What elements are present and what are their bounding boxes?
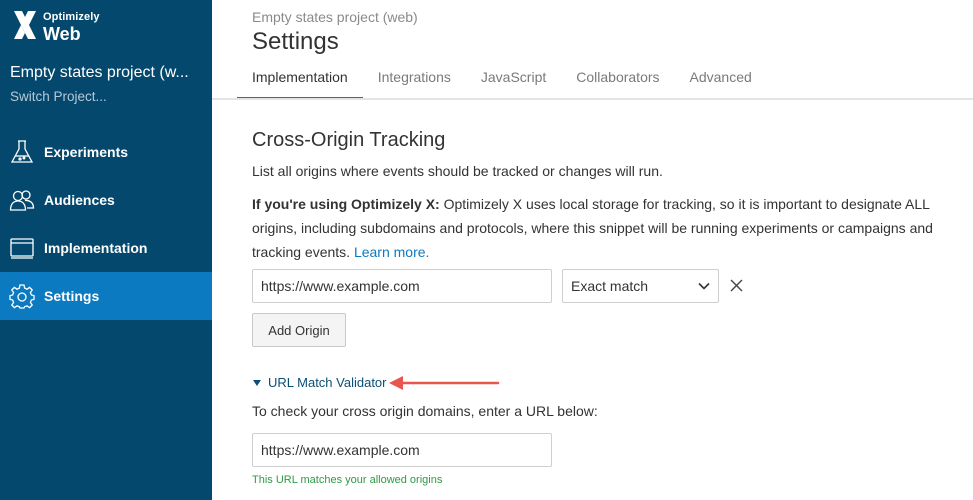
url-match-validator-toggle[interactable]: URL Match Validator — [253, 375, 387, 390]
people-icon — [9, 190, 35, 211]
logo-product: Web — [43, 24, 81, 44]
match-type-value: Exact match — [571, 278, 649, 294]
note-bold-label: If you're using Optimizely X: — [252, 196, 440, 212]
sidebar-item-label: Implementation — [44, 240, 148, 256]
sidebar-item-label: Audiences — [44, 192, 115, 208]
section-description: List all origins where events should be … — [252, 163, 663, 179]
chevron-down-icon — [698, 282, 710, 290]
validator-label: URL Match Validator — [268, 375, 387, 390]
tab-collaborators[interactable]: Collaborators — [561, 58, 674, 100]
check-domains-text: To check your cross origin domains, ente… — [252, 403, 598, 419]
flask-icon — [10, 140, 34, 163]
window-icon — [10, 238, 34, 259]
tab-implementation[interactable]: Implementation — [237, 58, 363, 100]
sidebar: Optimizely Web Empty states project (w..… — [0, 0, 212, 500]
tab-advanced[interactable]: Advanced — [675, 58, 767, 100]
project-name[interactable]: Empty states project (w... — [10, 64, 205, 82]
tab-javascript[interactable]: JavaScript — [466, 58, 561, 100]
add-origin-button[interactable]: Add Origin — [252, 313, 346, 347]
close-icon[interactable] — [728, 277, 745, 294]
optimizely-x-note: If you're using Optimizely X: Optimizely… — [252, 192, 964, 264]
sidebar-item-label: Settings — [44, 288, 100, 304]
sidebar-item-label: Experiments — [44, 144, 129, 160]
annotation-arrow-icon — [389, 376, 500, 390]
origin-input-value: https://www.example.com — [261, 278, 420, 294]
sidebar-item-implementation[interactable]: Implementation — [0, 224, 212, 272]
optimizely-x-icon — [14, 11, 36, 39]
url-validator-input[interactable]: https://www.example.com — [252, 433, 552, 467]
tabs-divider — [212, 98, 973, 100]
sidebar-item-experiments[interactable]: Experiments — [0, 128, 212, 176]
match-type-select[interactable]: Exact match — [562, 269, 719, 303]
origin-input[interactable]: https://www.example.com — [252, 269, 552, 303]
switch-project-link[interactable]: Switch Project... — [10, 89, 107, 104]
url-input-value: https://www.example.com — [261, 442, 420, 458]
caret-down-icon — [253, 379, 261, 386]
breadcrumb[interactable]: Empty states project (web) — [252, 9, 418, 25]
section-title: Cross-Origin Tracking — [252, 129, 446, 151]
sidebar-nav: Experiments Audiences Implementation Set… — [0, 128, 212, 320]
gear-icon — [9, 284, 35, 309]
sidebar-item-audiences[interactable]: Audiences — [0, 176, 212, 224]
sidebar-item-settings[interactable]: Settings — [0, 272, 212, 320]
learn-more-link[interactable]: Learn more. — [354, 244, 429, 260]
settings-tabs: Implementation Integrations JavaScript C… — [237, 58, 767, 100]
match-result-message: This URL matches your allowed origins — [252, 474, 443, 486]
logo-brand: Optimizely — [43, 11, 100, 23]
page-title: Settings — [252, 28, 339, 55]
tab-integrations[interactable]: Integrations — [363, 58, 466, 100]
optimizely-logo[interactable]: Optimizely Web — [12, 9, 100, 43]
